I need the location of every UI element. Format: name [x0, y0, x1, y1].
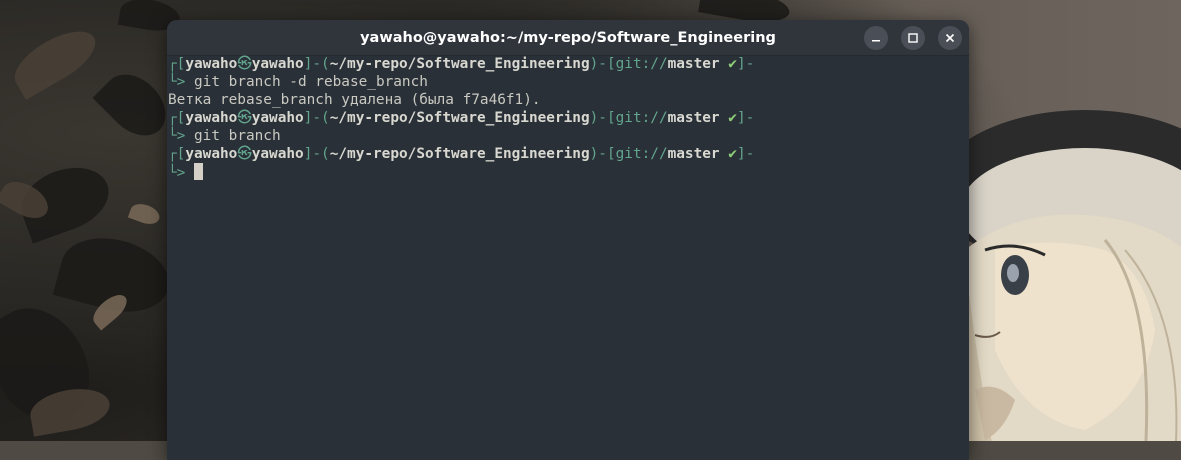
text-cursor — [194, 163, 203, 180]
wallpaper-character-illustration — [955, 110, 1181, 441]
maximize-button[interactable] — [901, 26, 925, 50]
command-line: └> git branch — [168, 128, 281, 144]
command-line: └> git branch -d rebase_branch — [168, 74, 428, 90]
close-button[interactable] — [938, 26, 962, 50]
minimize-button[interactable] — [864, 26, 888, 50]
prompt-line: ┌[yawaho㉿yawaho]-(~/my-repo/Software_Eng… — [168, 146, 755, 162]
maximize-icon — [908, 33, 918, 43]
prompt-line: ┌[yawaho㉿yawaho]-(~/my-repo/Software_Eng… — [168, 56, 755, 72]
close-icon — [945, 33, 955, 43]
terminal-window[interactable]: yawaho@yawaho:~/my-repo/Software_Enginee… — [167, 20, 969, 460]
minimize-icon — [872, 40, 880, 42]
prompt-line: ┌[yawaho㉿yawaho]-(~/my-repo/Software_Eng… — [168, 110, 755, 126]
command-output: Ветка rebase_branch удалена (была f7a46f… — [168, 92, 541, 108]
window-title: yawaho@yawaho:~/my-repo/Software_Enginee… — [360, 30, 776, 46]
terminal-output[interactable]: ┌[yawaho㉿yawaho]-(~/my-repo/Software_Eng… — [167, 55, 969, 460]
command-input-line[interactable]: └> — [168, 163, 969, 181]
window-titlebar[interactable]: yawaho@yawaho:~/my-repo/Software_Enginee… — [167, 20, 969, 56]
